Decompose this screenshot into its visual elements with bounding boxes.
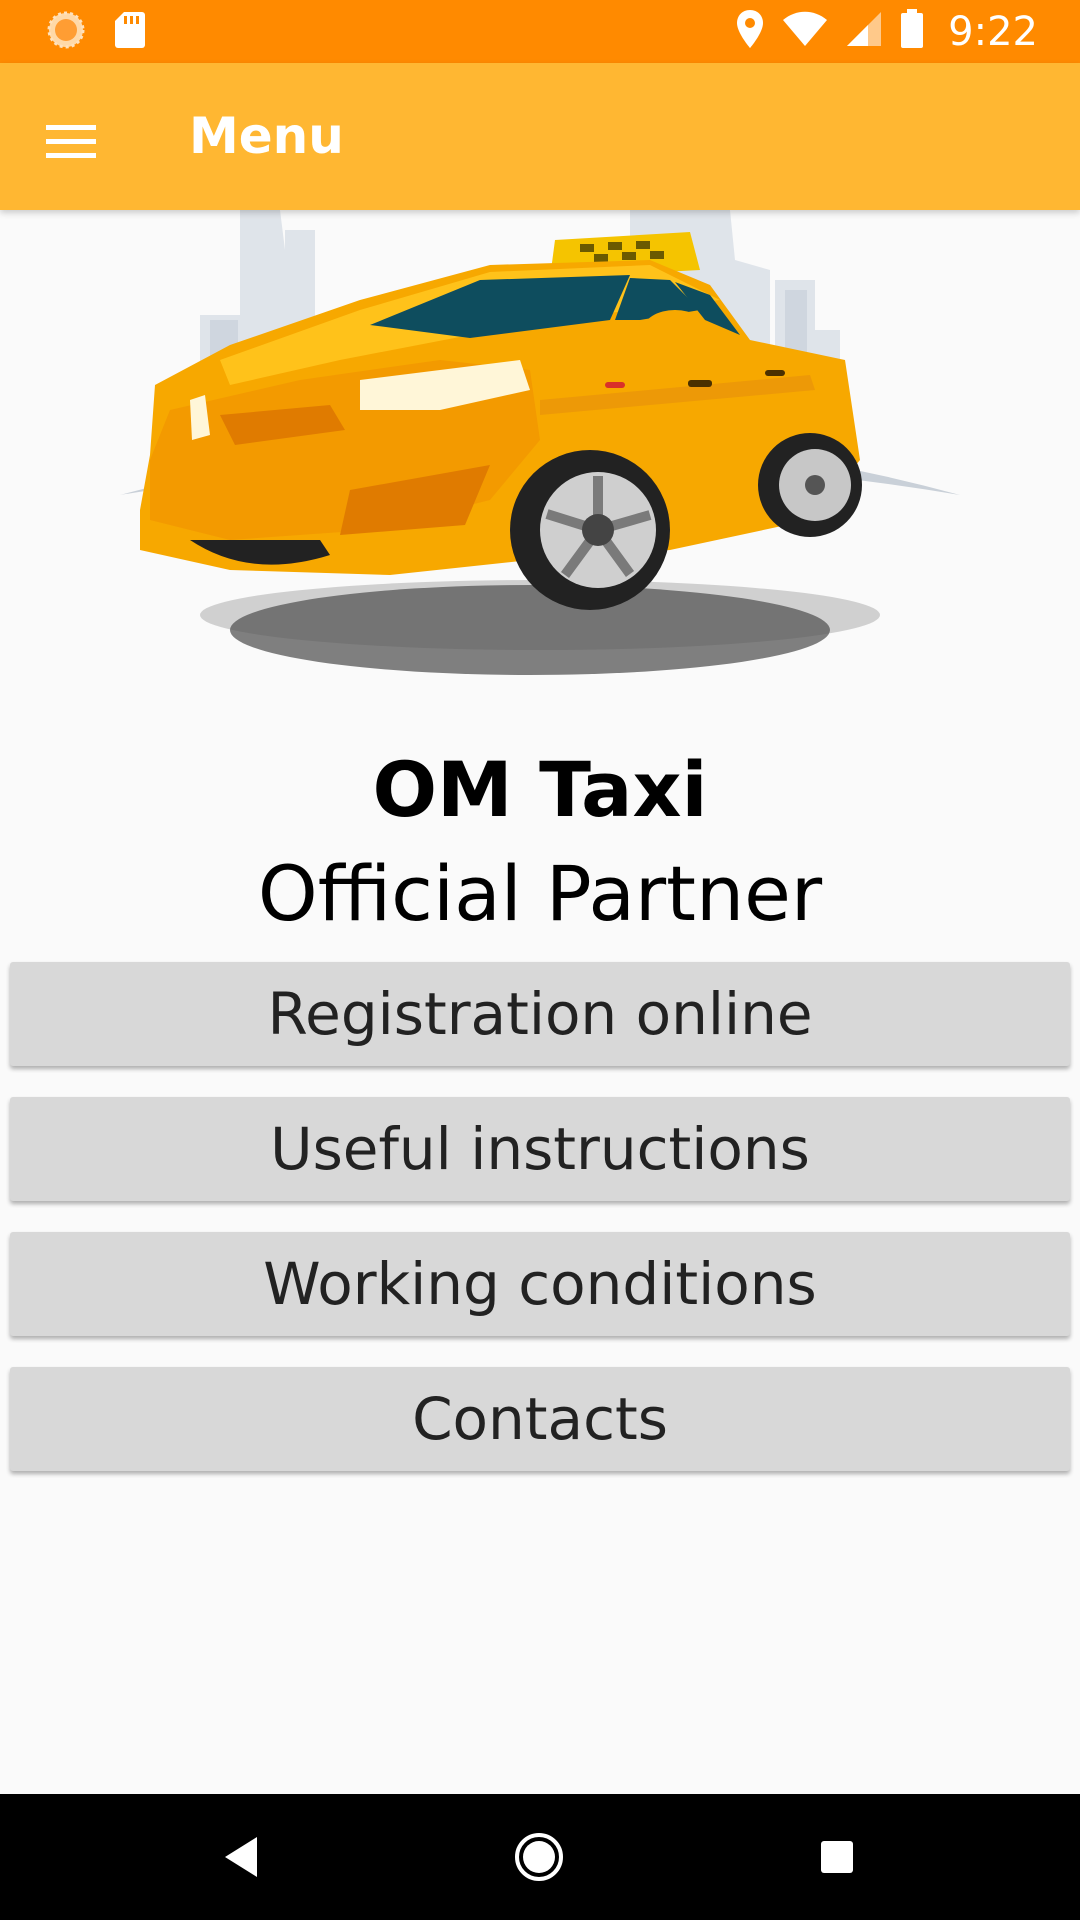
circle-notification-icon — [46, 10, 86, 55]
back-icon[interactable] — [211, 1827, 271, 1887]
contacts-button[interactable]: Contacts — [10, 1367, 1070, 1471]
working-conditions-button[interactable]: Working conditions — [10, 1232, 1070, 1336]
system-nav-bar — [0, 1794, 1080, 1920]
wifi-icon — [782, 11, 828, 52]
status-bar-right: 9:22 — [736, 0, 1038, 63]
brand-subtitle: Official Partner — [257, 849, 823, 938]
location-pin-icon — [736, 9, 764, 54]
brand-title: OM Taxi — [372, 745, 708, 834]
registration-online-button[interactable]: Registration online — [10, 962, 1070, 1066]
cell-signal-icon — [846, 11, 882, 52]
battery-icon — [900, 9, 924, 54]
status-bar-left — [46, 10, 146, 55]
app-bar: Menu — [0, 63, 1080, 210]
useful-instructions-button[interactable]: Useful instructions — [10, 1097, 1070, 1201]
hamburger-menu-icon[interactable] — [36, 105, 108, 177]
status-time: 9:22 — [948, 8, 1038, 55]
app-bar-title: Menu — [189, 107, 344, 165]
home-icon[interactable] — [509, 1827, 569, 1887]
sd-card-icon — [114, 11, 146, 54]
recents-icon[interactable] — [807, 1827, 867, 1887]
taxi-car-illustration — [110, 210, 970, 680]
status-bar: 9:22 — [0, 0, 1080, 63]
